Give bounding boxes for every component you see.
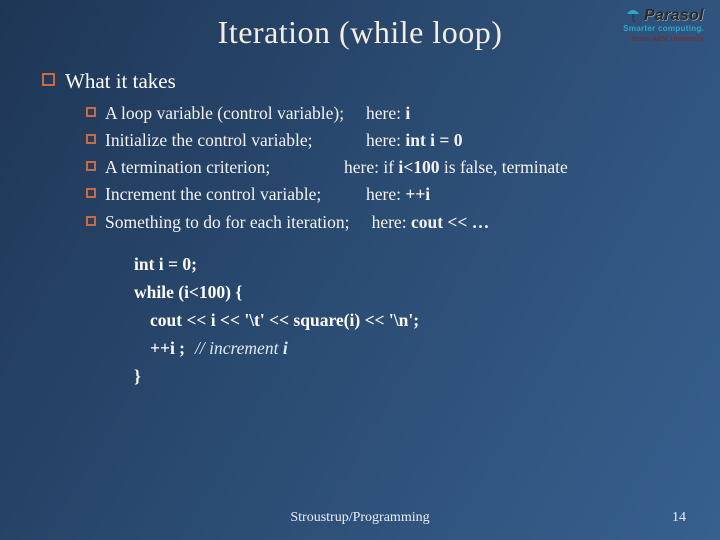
slide-title: Iteration (while loop) — [44, 14, 676, 51]
logo-university: Texas A&M University — [602, 34, 704, 43]
parasol-umbrella-icon — [625, 8, 641, 24]
item-here: here: int i = 0 — [366, 127, 463, 154]
item-here: here: cout << … — [358, 209, 489, 236]
square-bullet-icon — [86, 107, 96, 117]
code-line: cout << i << '\t' << square(i) << '\n'; — [134, 306, 676, 334]
square-bullet-icon — [86, 161, 96, 171]
item-text: Increment the control variable; — [105, 181, 357, 208]
logo-brand: Parasol — [644, 8, 704, 24]
code-line: int i = 0; — [134, 250, 676, 278]
item-text: Something to do for each iteration; — [105, 209, 349, 236]
list-item: A termination criterion; here: if i<100 … — [86, 154, 676, 181]
square-bullet-icon — [86, 188, 96, 198]
code-line: ++i ;// increment i — [134, 334, 676, 362]
item-here: here: i — [366, 100, 410, 127]
item-text: Initialize the control variable; — [105, 127, 357, 154]
list-item: A loop variable (control variable); here… — [86, 100, 676, 127]
footer-text: Stroustrup/Programming — [0, 510, 720, 526]
square-bullet-icon — [42, 73, 55, 86]
slide: Parasol Smarter computing. Texas A&M Uni… — [0, 0, 720, 540]
square-bullet-icon — [86, 216, 96, 226]
sub-bullet-list: A loop variable (control variable); here… — [86, 100, 676, 236]
item-here: here: ++i — [366, 181, 430, 208]
list-item: Increment the control variable; here: ++… — [86, 181, 676, 208]
item-text: A termination criterion; — [105, 154, 335, 181]
item-text: A loop variable (control variable); — [105, 100, 357, 127]
square-bullet-icon — [86, 134, 96, 144]
code-line: } — [134, 362, 676, 390]
parasol-logo: Parasol Smarter computing. Texas A&M Uni… — [602, 8, 704, 43]
code-line: while (i<100) { — [134, 278, 676, 306]
code-comment: // increment i — [185, 338, 288, 358]
top-bullet: What it takes — [42, 69, 676, 94]
slide-number: 14 — [672, 510, 686, 526]
list-item: Something to do for each iteration; here… — [86, 209, 676, 236]
code-block: int i = 0; while (i<100) { cout << i << … — [134, 250, 676, 390]
logo-tagline: Smarter computing. — [602, 24, 704, 33]
item-here: here: if i<100 is false, terminate — [344, 154, 568, 181]
top-bullet-text: What it takes — [65, 69, 176, 94]
list-item: Initialize the control variable; here: i… — [86, 127, 676, 154]
